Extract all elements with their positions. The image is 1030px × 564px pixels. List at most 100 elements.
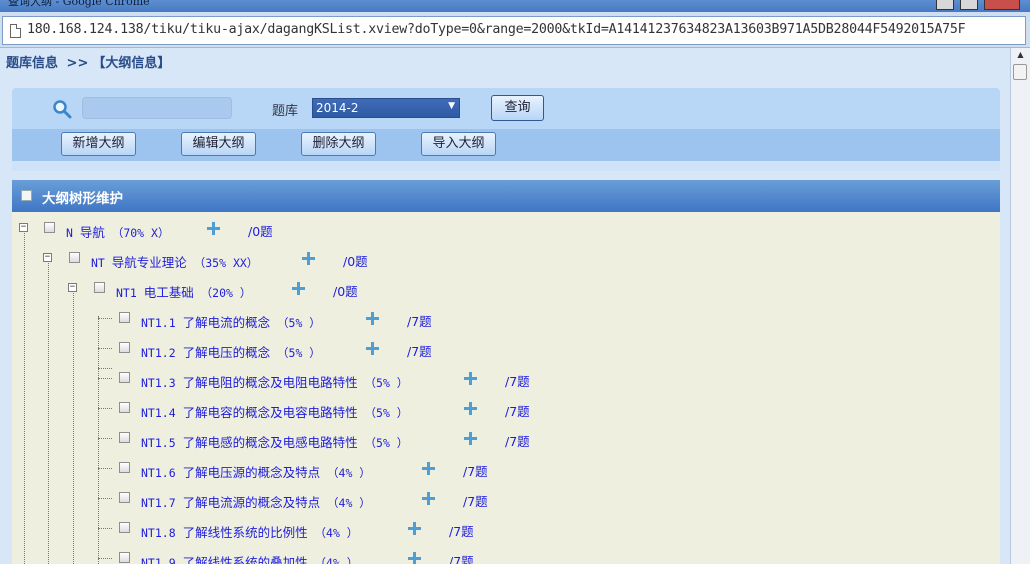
add-child-icon[interactable] bbox=[365, 341, 379, 355]
add-child-icon[interactable] bbox=[407, 551, 421, 564]
tree-node-code: N bbox=[66, 226, 73, 240]
close-button[interactable] bbox=[984, 0, 1020, 10]
tree-connector bbox=[98, 438, 112, 439]
vertical-scrollbar[interactable]: ▲ bbox=[1010, 48, 1030, 564]
tree-select-all-checkbox[interactable] bbox=[21, 190, 32, 201]
add-child-icon[interactable] bbox=[421, 491, 435, 505]
url-field[interactable]: 180.168.124.138/tiku/tiku-ajax/dagangKSL… bbox=[2, 16, 1026, 45]
minimize-button[interactable] bbox=[936, 0, 954, 10]
tree-node-checkbox[interactable] bbox=[44, 222, 55, 233]
question-count[interactable]: /7题 bbox=[407, 341, 432, 360]
tiku-label: 题库 bbox=[272, 104, 299, 119]
question-count[interactable]: /7题 bbox=[505, 371, 530, 390]
import-outline-button[interactable]: 导入大纲 bbox=[421, 132, 496, 156]
search-icon[interactable] bbox=[52, 99, 72, 119]
tree-node-checkbox[interactable] bbox=[119, 402, 130, 413]
tree-node-code: NT1.1 bbox=[141, 316, 176, 330]
tree-node[interactable]: NT1.2 了解电压的概念 （5% ） /7题 bbox=[12, 340, 612, 362]
delete-outline-button[interactable]: 删除大纲 bbox=[301, 132, 376, 156]
tree-node[interactable]: NT1.9 了解线性系统的叠加性 （4% ） /7题 bbox=[12, 550, 712, 564]
add-child-icon[interactable] bbox=[206, 221, 220, 235]
add-child-icon[interactable] bbox=[407, 521, 421, 535]
tree-connector bbox=[98, 378, 112, 379]
tree-node-code: NT1.9 bbox=[141, 556, 176, 564]
add-child-icon[interactable] bbox=[365, 311, 379, 325]
tree-node-checkbox[interactable] bbox=[119, 342, 130, 353]
question-count[interactable]: /7题 bbox=[463, 491, 488, 510]
question-count[interactable]: /7题 bbox=[449, 521, 474, 540]
tree-node-name: 了解电容的概念及电容电路特性 bbox=[182, 405, 358, 420]
question-count[interactable]: /7题 bbox=[449, 551, 474, 564]
add-child-icon[interactable] bbox=[421, 461, 435, 475]
tree-node-checkbox[interactable] bbox=[119, 372, 130, 383]
tiku-select[interactable]: 2014-2 ▼ bbox=[312, 98, 460, 118]
add-child-icon[interactable] bbox=[301, 251, 315, 265]
tree-connector bbox=[98, 368, 112, 369]
breadcrumb-item-tiku[interactable]: 题库信息 bbox=[6, 56, 58, 71]
tree-connector bbox=[98, 528, 112, 529]
tree-node-checkbox[interactable] bbox=[94, 282, 105, 293]
tree-node-checkbox[interactable] bbox=[119, 312, 130, 323]
tree-node[interactable]: NT1.7 了解电流源的概念及特点 （4% ） /7题 bbox=[12, 490, 712, 512]
scrollbar-thumb[interactable] bbox=[1013, 64, 1027, 80]
tree-node-checkbox[interactable] bbox=[69, 252, 80, 263]
maximize-button[interactable] bbox=[960, 0, 978, 10]
tree-node[interactable]: NT1.8 了解线性系统的比例性 （4% ） /7题 bbox=[12, 520, 712, 542]
tree-node-name: 了解电流的概念 bbox=[182, 315, 271, 330]
question-count[interactable]: /0题 bbox=[333, 281, 358, 300]
tree-node-weight: （4% ） bbox=[314, 556, 359, 564]
add-child-icon[interactable] bbox=[463, 401, 477, 415]
tree-node[interactable]: NT1.3 了解电阻的概念及电阻电路特性 （5% ） /7题 bbox=[12, 370, 712, 392]
search-input[interactable] bbox=[82, 97, 232, 119]
add-child-icon[interactable] bbox=[463, 431, 477, 445]
tree-node[interactable]: NT1.6 了解电压源的概念及特点 （4% ） /7题 bbox=[12, 460, 712, 482]
tree-node-name: 了解电压的概念 bbox=[182, 345, 271, 360]
tree-node-code: NT1.7 bbox=[141, 496, 176, 510]
question-count[interactable]: /0题 bbox=[343, 251, 368, 270]
tree-node-name: 了解电压源的概念及特点 bbox=[182, 465, 321, 480]
add-child-icon[interactable] bbox=[463, 371, 477, 385]
question-count[interactable]: /7题 bbox=[463, 461, 488, 480]
breadcrumb-current: 【大纲信息】 bbox=[92, 56, 171, 71]
tree-node-code: NT1.3 bbox=[141, 376, 176, 390]
tree-node-code: NT1.4 bbox=[141, 406, 176, 420]
tree-header: 大纲树形维护 bbox=[12, 180, 1000, 212]
window-title: 查询大纲 - Google Chrome bbox=[8, 0, 150, 8]
tree-node-checkbox[interactable] bbox=[119, 462, 130, 473]
tree-node-checkbox[interactable] bbox=[119, 552, 130, 563]
tree-node-checkbox[interactable] bbox=[119, 522, 130, 533]
tree-node-weight: （4% ） bbox=[327, 466, 371, 480]
tree-node-code: NT1 bbox=[116, 286, 137, 300]
tree-node-name: 导航 bbox=[79, 225, 105, 240]
tree-node[interactable]: NT1.1 了解电流的概念 （5% ） /7题 bbox=[12, 310, 612, 332]
tree-node-weight: （5% ） bbox=[277, 346, 321, 360]
question-count[interactable]: /7题 bbox=[407, 311, 432, 330]
tree-connector bbox=[98, 408, 112, 409]
tree-node-code: NT1.8 bbox=[141, 526, 176, 540]
tree-node-checkbox[interactable] bbox=[119, 492, 130, 503]
tiku-select-value: 2014-2 bbox=[316, 101, 359, 115]
tree-node[interactable]: N 导航 （70% X） /0题 bbox=[12, 220, 312, 242]
add-child-icon[interactable] bbox=[291, 281, 305, 295]
tree-connector bbox=[98, 468, 112, 469]
tree-header-title: 大纲树形维护 bbox=[42, 191, 123, 207]
tree-node-code: NT bbox=[91, 256, 105, 270]
dropdown-arrow-icon: ▼ bbox=[448, 101, 455, 111]
query-button[interactable]: 查询 bbox=[491, 95, 544, 121]
tree-node-weight: （5% ） bbox=[364, 436, 409, 450]
tree-node[interactable]: NT1.4 了解电容的概念及电容电路特性 （5% ） /7题 bbox=[12, 400, 712, 422]
edit-outline-button[interactable]: 编辑大纲 bbox=[181, 132, 256, 156]
question-count[interactable]: /7题 bbox=[505, 401, 530, 420]
tree-node[interactable]: NT 导航专业理论 （35% XX） /0题 bbox=[12, 250, 412, 272]
add-outline-button[interactable]: 新增大纲 bbox=[61, 132, 136, 156]
tree-node-checkbox[interactable] bbox=[119, 432, 130, 443]
tree-node[interactable]: NT1.5 了解电感的概念及电感电路特性 （5% ） /7题 bbox=[12, 430, 712, 452]
tree-connector bbox=[24, 226, 25, 564]
scroll-up-arrow-icon[interactable]: ▲ bbox=[1013, 50, 1028, 62]
question-count[interactable]: /7题 bbox=[505, 431, 530, 450]
address-bar: 180.168.124.138/tiku/tiku-ajax/dagangKSL… bbox=[0, 12, 1030, 48]
tree-node-name: 了解线性系统的叠加性 bbox=[182, 555, 308, 564]
tree-node-code: NT1.5 bbox=[141, 436, 176, 450]
tree-node[interactable]: NT1 电工基础 （20% ） /0题 bbox=[12, 280, 412, 302]
question-count[interactable]: /0题 bbox=[248, 221, 273, 240]
